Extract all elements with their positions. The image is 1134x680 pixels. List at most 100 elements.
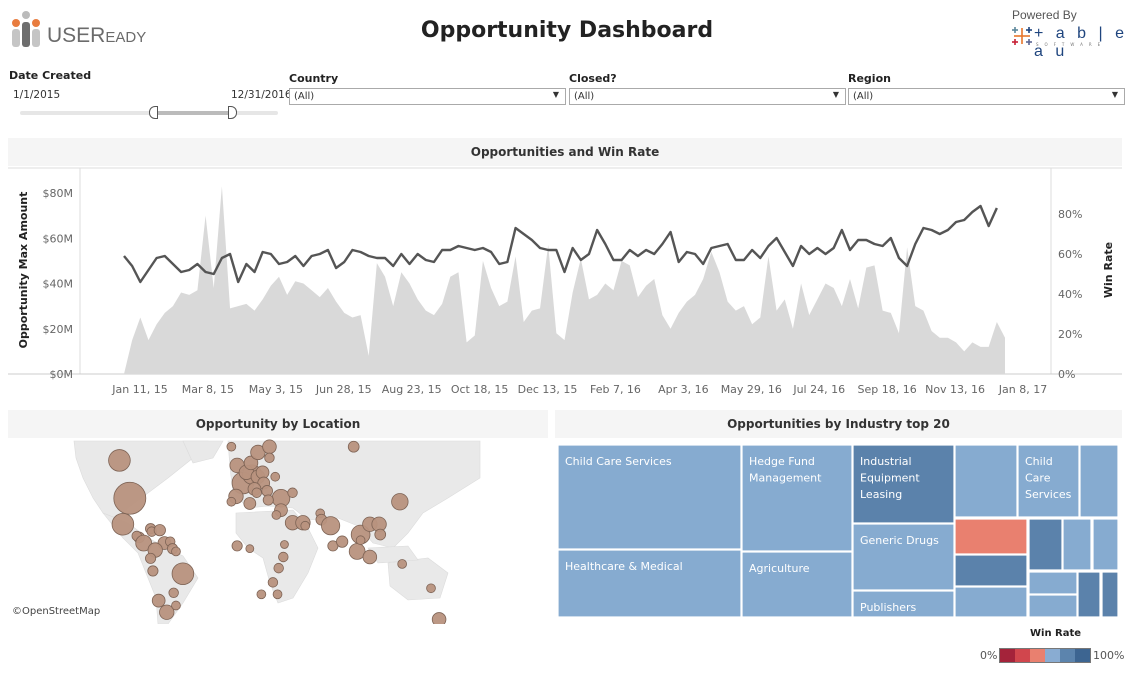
treemap-tile[interactable]: [1092, 518, 1119, 571]
treemap-tile[interactable]: Hedge Fund Management: [741, 444, 853, 552]
location-bubble[interactable]: [171, 600, 181, 611]
location-bubble[interactable]: [251, 487, 262, 498]
location-bubble[interactable]: [374, 528, 387, 541]
opportunity-amount-area[interactable]: [124, 186, 1005, 374]
location-bubble[interactable]: [270, 471, 281, 482]
treemap-tile-label: Care: [1025, 472, 1051, 485]
treemap-tile-rect[interactable]: [1077, 571, 1101, 618]
location-bubble[interactable]: [273, 562, 284, 574]
location-bubble[interactable]: [397, 559, 407, 569]
opportunity-location-map[interactable]: [8, 438, 548, 624]
location-bubble[interactable]: [171, 562, 195, 586]
x-tick-label: Aug 23, 15: [382, 383, 442, 396]
date-filter-label: Date Created: [9, 69, 92, 82]
treemap-tile[interactable]: [1079, 444, 1119, 518]
treemap-tile[interactable]: [954, 554, 1028, 587]
closed-dropdown[interactable]: (All) ▼: [569, 88, 846, 105]
x-tick-label: Jul 24, 16: [792, 383, 845, 396]
location-bubble[interactable]: [300, 520, 311, 531]
location-bubble[interactable]: [147, 565, 159, 577]
location-bubble[interactable]: [262, 439, 277, 454]
x-tick-label: Dec 13, 15: [518, 383, 578, 396]
treemap-tile-rect[interactable]: [954, 554, 1028, 587]
location-bubble[interactable]: [243, 497, 257, 510]
treemap-tile[interactable]: [954, 518, 1028, 555]
location-bubble[interactable]: [171, 546, 181, 557]
location-bubble[interactable]: [256, 589, 267, 600]
location-bubble[interactable]: [245, 544, 255, 554]
y-tick-label: $80M: [43, 187, 74, 200]
legend-swatch: [1060, 649, 1075, 662]
treemap-tile[interactable]: Publishers: [852, 590, 955, 618]
location-bubble[interactable]: [426, 583, 436, 594]
location-bubble[interactable]: [267, 577, 279, 588]
treemap-tile-rect[interactable]: [1062, 518, 1092, 571]
treemap-tile-rect[interactable]: [1101, 571, 1119, 618]
location-bubble[interactable]: [113, 481, 147, 515]
location-bubble[interactable]: [108, 449, 131, 472]
treemap-tile[interactable]: [1028, 518, 1063, 571]
location-bubble[interactable]: [391, 493, 409, 511]
treemap-tile[interactable]: Child Care Services: [1017, 444, 1080, 518]
date-end-value[interactable]: 12/31/2016: [231, 89, 292, 101]
location-bubble[interactable]: [153, 524, 166, 537]
region-dropdown[interactable]: (All) ▼: [848, 88, 1125, 105]
treemap-tile-rect[interactable]: [954, 444, 1018, 518]
date-slider-handle-start[interactable]: [149, 106, 158, 119]
treemap-tile-rect[interactable]: [1028, 571, 1078, 595]
location-bubble[interactable]: [272, 589, 283, 600]
treemap-tile-rect[interactable]: [1028, 518, 1063, 571]
treemap-tile[interactable]: [1028, 594, 1078, 618]
location-bubble[interactable]: [226, 441, 237, 452]
treemap-tile-rect[interactable]: [954, 586, 1028, 618]
treemap-tile[interactable]: Generic Drugs: [852, 523, 955, 591]
location-bubble[interactable]: [111, 512, 135, 536]
date-slider-handle-end[interactable]: [228, 106, 237, 119]
x-tick-label: May 29, 16: [721, 383, 782, 396]
location-bubble[interactable]: [226, 496, 237, 507]
location-bubble[interactable]: [355, 535, 366, 546]
treemap-tile[interactable]: [1062, 518, 1092, 571]
location-bubble[interactable]: [280, 540, 289, 549]
map-attribution[interactable]: ©OpenStreetMap: [12, 606, 100, 617]
location-bubble[interactable]: [151, 593, 166, 608]
treemap-tile-rect[interactable]: [1028, 594, 1078, 618]
location-bubble[interactable]: [431, 612, 447, 624]
treemap-tile[interactable]: Industrial Equipment Leasing: [852, 444, 955, 524]
chevron-down-icon: ▼: [552, 90, 559, 99]
industry-treemap[interactable]: Child Care Services Healthcare & Medical H…: [555, 442, 1122, 620]
treemap-tile[interactable]: Agriculture: [741, 551, 853, 618]
location-bubble[interactable]: [336, 535, 349, 548]
location-bubble[interactable]: [271, 510, 282, 520]
tableau-subtext: SOFTWARE: [1036, 42, 1107, 47]
treemap-tile[interactable]: [1077, 571, 1101, 618]
treemap-tile[interactable]: Healthcare & Medical: [557, 549, 742, 618]
location-bubble[interactable]: [278, 551, 289, 563]
location-bubble[interactable]: [262, 494, 274, 506]
country-dropdown[interactable]: (All) ▼: [289, 88, 566, 105]
location-bubble[interactable]: [347, 440, 360, 453]
treemap-tile[interactable]: [954, 586, 1028, 618]
treemap-tile[interactable]: [1028, 571, 1078, 595]
date-slider-range[interactable]: [153, 111, 232, 115]
treemap-tile[interactable]: [954, 444, 1018, 518]
location-bubble[interactable]: [145, 552, 157, 564]
legend-swatch: [1015, 649, 1030, 662]
treemap-tile[interactable]: [1101, 571, 1119, 618]
treemap-tile[interactable]: Child Care Services: [557, 444, 742, 550]
x-tick-label: Nov 13, 16: [925, 383, 985, 396]
page-title: Opportunity Dashboard: [420, 18, 714, 43]
location-bubble[interactable]: [231, 540, 243, 552]
treemap-tile-rect[interactable]: [954, 518, 1028, 555]
location-bubble[interactable]: [362, 549, 378, 565]
location-bubble[interactable]: [321, 516, 341, 536]
treemap-tile-rect[interactable]: [1079, 444, 1119, 518]
location-bubble[interactable]: [287, 487, 298, 498]
treemap-tile-rect[interactable]: [1092, 518, 1119, 571]
location-bubble[interactable]: [168, 587, 179, 598]
y-tick-label: $40M: [43, 278, 74, 291]
date-start-value[interactable]: 1/1/2015: [13, 89, 60, 101]
opportunities-win-rate-chart[interactable]: $0M $20M $40M $60M $80M 0% 20% 40% 60% 80% Jan 11,…: [0, 166, 1134, 406]
y2-axis-title: Win Rate: [1102, 242, 1115, 298]
location-bubble[interactable]: [264, 452, 275, 464]
